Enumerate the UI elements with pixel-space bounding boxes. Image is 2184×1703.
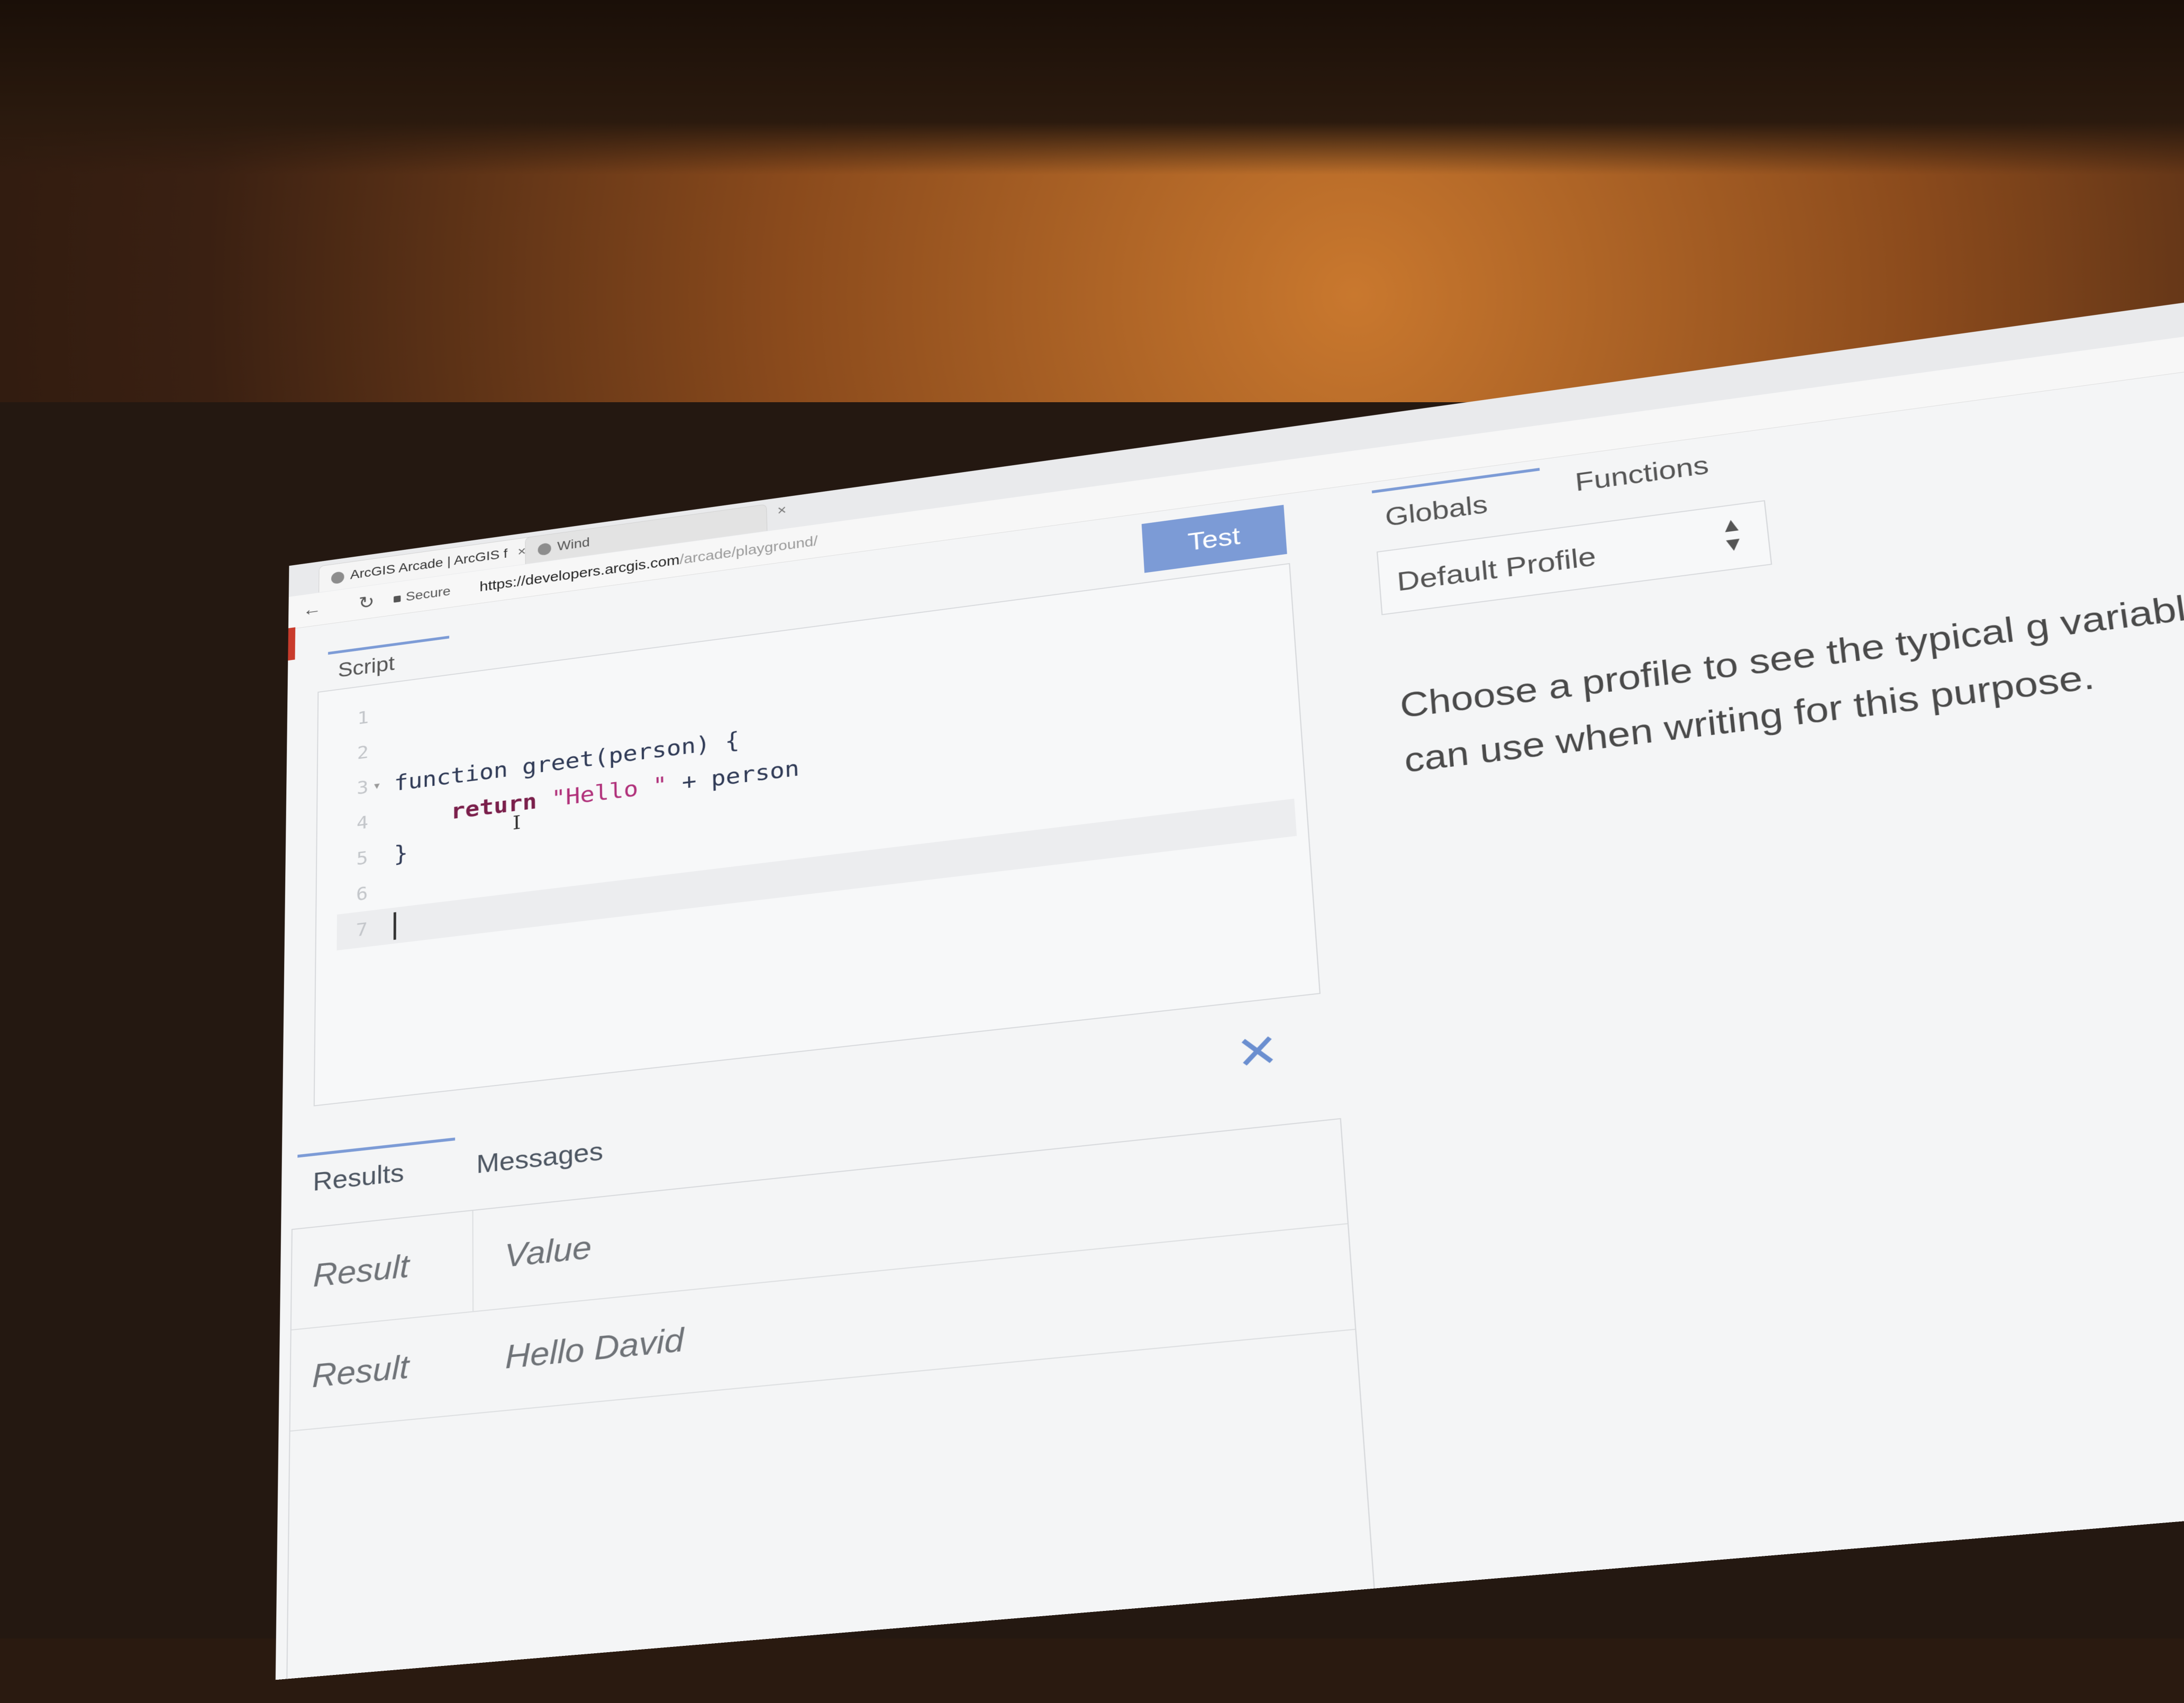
line-number: 4 [356, 811, 369, 834]
code-text: } [394, 839, 408, 867]
close-tab-icon[interactable]: × [777, 502, 787, 519]
fold-arrow-icon[interactable]: ▾ [372, 767, 381, 803]
secure-indicator[interactable]: Secure [394, 584, 451, 606]
screen: ArcGIS Arcade | ArcGIS f × Wind × ← ↻ Sec… [275, 285, 2184, 1680]
browser-tab-label: Wind [557, 535, 590, 554]
secure-label: Secure [405, 583, 451, 604]
globe-icon [331, 570, 344, 584]
column-header-result: Result [313, 1248, 410, 1294]
value-cell: Hello David [505, 1321, 685, 1376]
test-button[interactable]: Test [1141, 504, 1287, 573]
monitor: ArcGIS Arcade | ArcGIS f × Wind × ← ↻ Sec… [0, 0, 2184, 1680]
globe-icon [538, 542, 551, 556]
profile-select-value: Default Profile [1396, 540, 1598, 597]
tab-functions[interactable]: Functions [1574, 450, 1710, 497]
results-tab-indicator [297, 1137, 456, 1158]
script-editor[interactable]: 1 2 3 ▾ function greet(person) { 4 retur… [313, 563, 1321, 1107]
results-table: Result Value Result Hello David [286, 1118, 1375, 1680]
lock-icon [394, 595, 401, 603]
code-keyword: return [451, 788, 537, 825]
tab-globals[interactable]: Globals [1384, 490, 1489, 532]
text-cursor [393, 912, 396, 940]
result-cell: Result [312, 1348, 409, 1394]
column-header-value: Value [504, 1229, 592, 1274]
line-number: 3 [357, 776, 369, 799]
close-icon[interactable]: ✕ [1234, 1025, 1281, 1080]
line-number: 1 [357, 706, 369, 729]
reload-icon[interactable]: ↻ [358, 592, 374, 614]
line-number: 5 [356, 847, 368, 869]
line-number: 2 [357, 741, 369, 764]
column-divider [472, 1210, 474, 1311]
tab-script[interactable]: Script [338, 652, 395, 682]
line-number: 7 [356, 918, 368, 941]
script-tab-indicator [328, 636, 450, 655]
line-number: 6 [356, 882, 368, 905]
select-arrows-icon: ▲ ▼ [1718, 513, 1746, 557]
tab-messages[interactable]: Messages [476, 1136, 603, 1180]
ibeam-cursor-icon: I [512, 811, 521, 835]
tab-results[interactable]: Results [313, 1158, 404, 1197]
code-area[interactable]: 1 2 3 ▾ function greet(person) { 4 retur… [336, 579, 1297, 950]
back-arrow-icon[interactable]: ← [303, 599, 322, 620]
bookmark-marker [288, 627, 296, 661]
